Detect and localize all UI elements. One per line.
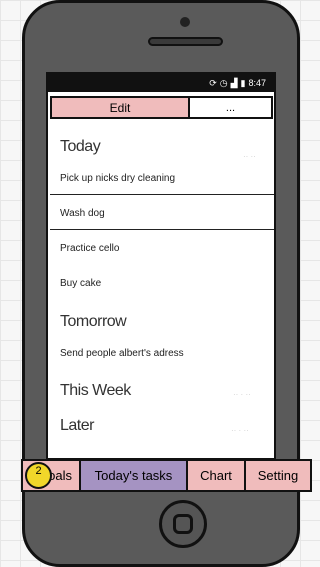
section-tomorrow: Tomorrow <box>60 313 127 330</box>
more-tab[interactable]: ... <box>190 98 271 117</box>
task-item[interactable]: Wash dog <box>60 208 105 219</box>
status-time: 8:47 <box>248 78 266 88</box>
goals-count-badge: 2 <box>25 462 52 489</box>
section-this-week: This Week <box>60 382 131 399</box>
task-item[interactable]: Pick up nicks dry cleaning <box>60 173 175 184</box>
camera-icon <box>180 17 190 27</box>
app-screen: ⟳ ◷ ▟ ▮ 8:47 Edit ... Today ·· ·· Pick u… <box>46 72 276 460</box>
task-item[interactable]: Practice cello <box>60 243 119 254</box>
nav-chart[interactable]: Chart <box>188 461 246 490</box>
top-tab-bar: Edit ... <box>50 96 273 119</box>
faint-marker: ·· · ·· <box>231 426 249 435</box>
task-item[interactable]: Send people albert's adress <box>60 348 184 359</box>
divider <box>50 194 274 195</box>
battery-icon: ▮ <box>240 78 246 88</box>
nav-setting[interactable]: Setting <box>246 461 310 490</box>
signal-icon: ▟ <box>230 78 238 88</box>
nav-goals[interactable]: Goals 2 <box>23 461 81 490</box>
sync-icon: ⟳ <box>209 78 217 88</box>
home-button-icon <box>173 514 193 534</box>
status-bar: ⟳ ◷ ▟ ▮ 8:47 <box>48 74 274 92</box>
nav-todays-tasks[interactable]: Today's tasks <box>81 461 188 490</box>
home-button[interactable] <box>159 500 207 548</box>
speaker-grille <box>148 37 223 46</box>
faint-marker: ·· ·· <box>243 152 256 161</box>
bottom-nav: Goals 2 Today's tasks Chart Setting <box>21 459 312 492</box>
section-today: Today <box>60 138 101 155</box>
edit-tab[interactable]: Edit <box>52 98 190 117</box>
faint-marker: ·· · ·· <box>233 390 251 399</box>
divider <box>50 229 274 230</box>
alarm-icon: ◷ <box>219 78 228 88</box>
section-later: Later <box>60 417 94 434</box>
task-item[interactable]: Buy cake <box>60 278 101 289</box>
